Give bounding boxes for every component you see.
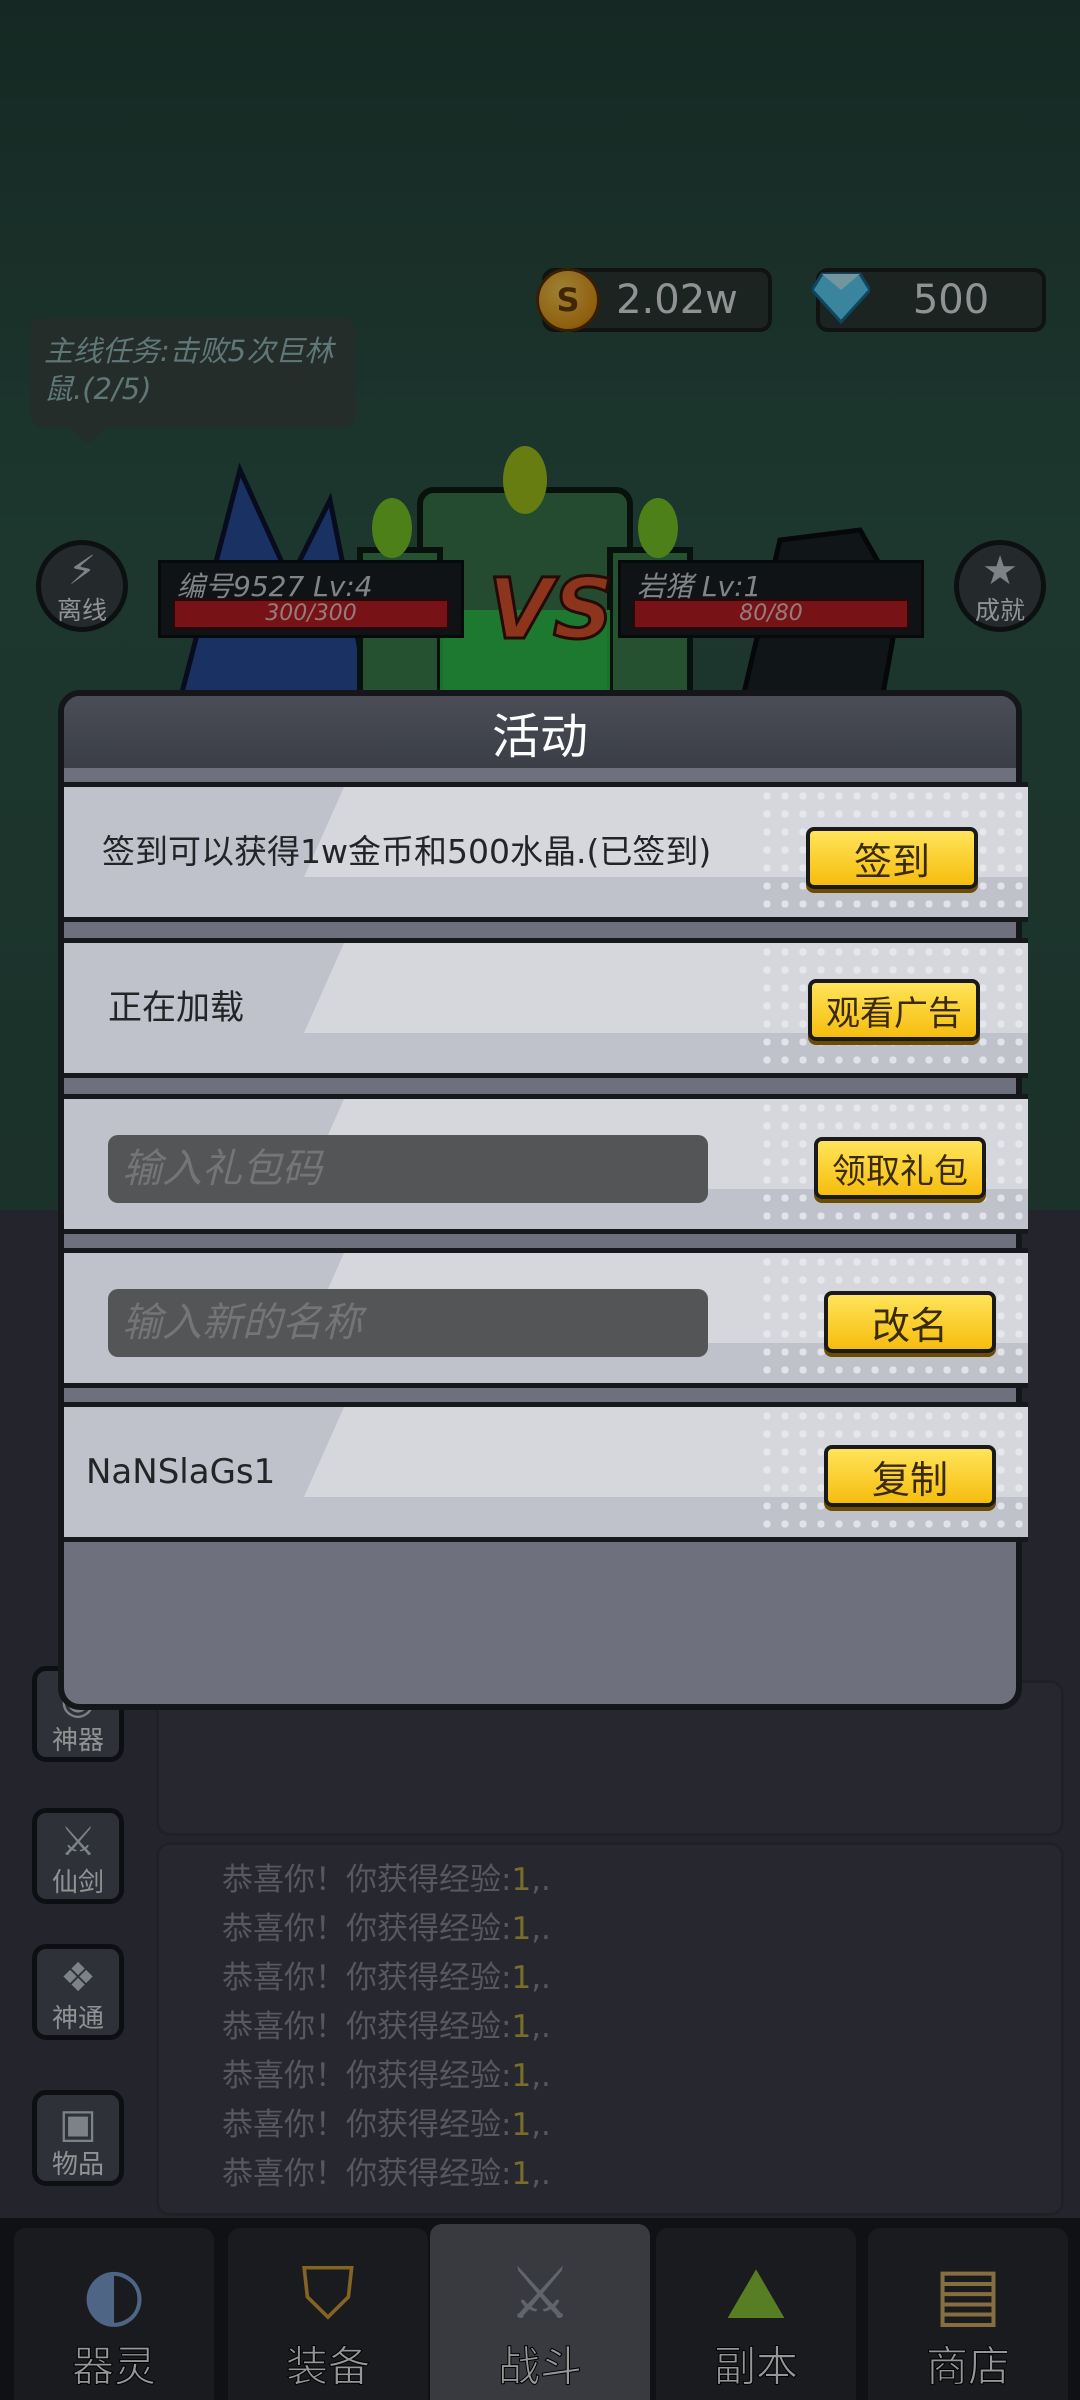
gift-code-row: 领取礼包 [64,1094,1028,1234]
watch-ad-row: 正在加载 观看广告 [64,938,1028,1078]
gift-code-input[interactable] [108,1135,708,1203]
watch-ad-button[interactable]: 观看广告 [808,979,980,1041]
player-id-row: NaNSlaGs1 复制 [64,1402,1028,1542]
loading-text: 正在加载 [108,988,244,1028]
rename-button[interactable]: 改名 [824,1291,996,1353]
player-id-text: NaNSlaGs1 [86,1452,276,1492]
claim-gift-button[interactable]: 领取礼包 [814,1137,986,1199]
checkin-button[interactable]: 签到 [806,827,978,889]
modal-title: 活动 [491,709,588,765]
rename-row: 改名 [64,1248,1028,1388]
activity-modal: 活动 签到可以获得1w金币和500水晶.(已签到) 签到 正在加载 观看广告 领… [58,690,1028,1710]
checkin-row: 签到可以获得1w金币和500水晶.(已签到) 签到 [64,782,1028,922]
copy-button[interactable]: 复制 [824,1445,996,1507]
modal-header: 活动 [64,696,1016,768]
new-name-input[interactable] [108,1289,708,1357]
checkin-text: 签到可以获得1w金币和500水晶.(已签到) [102,832,712,871]
